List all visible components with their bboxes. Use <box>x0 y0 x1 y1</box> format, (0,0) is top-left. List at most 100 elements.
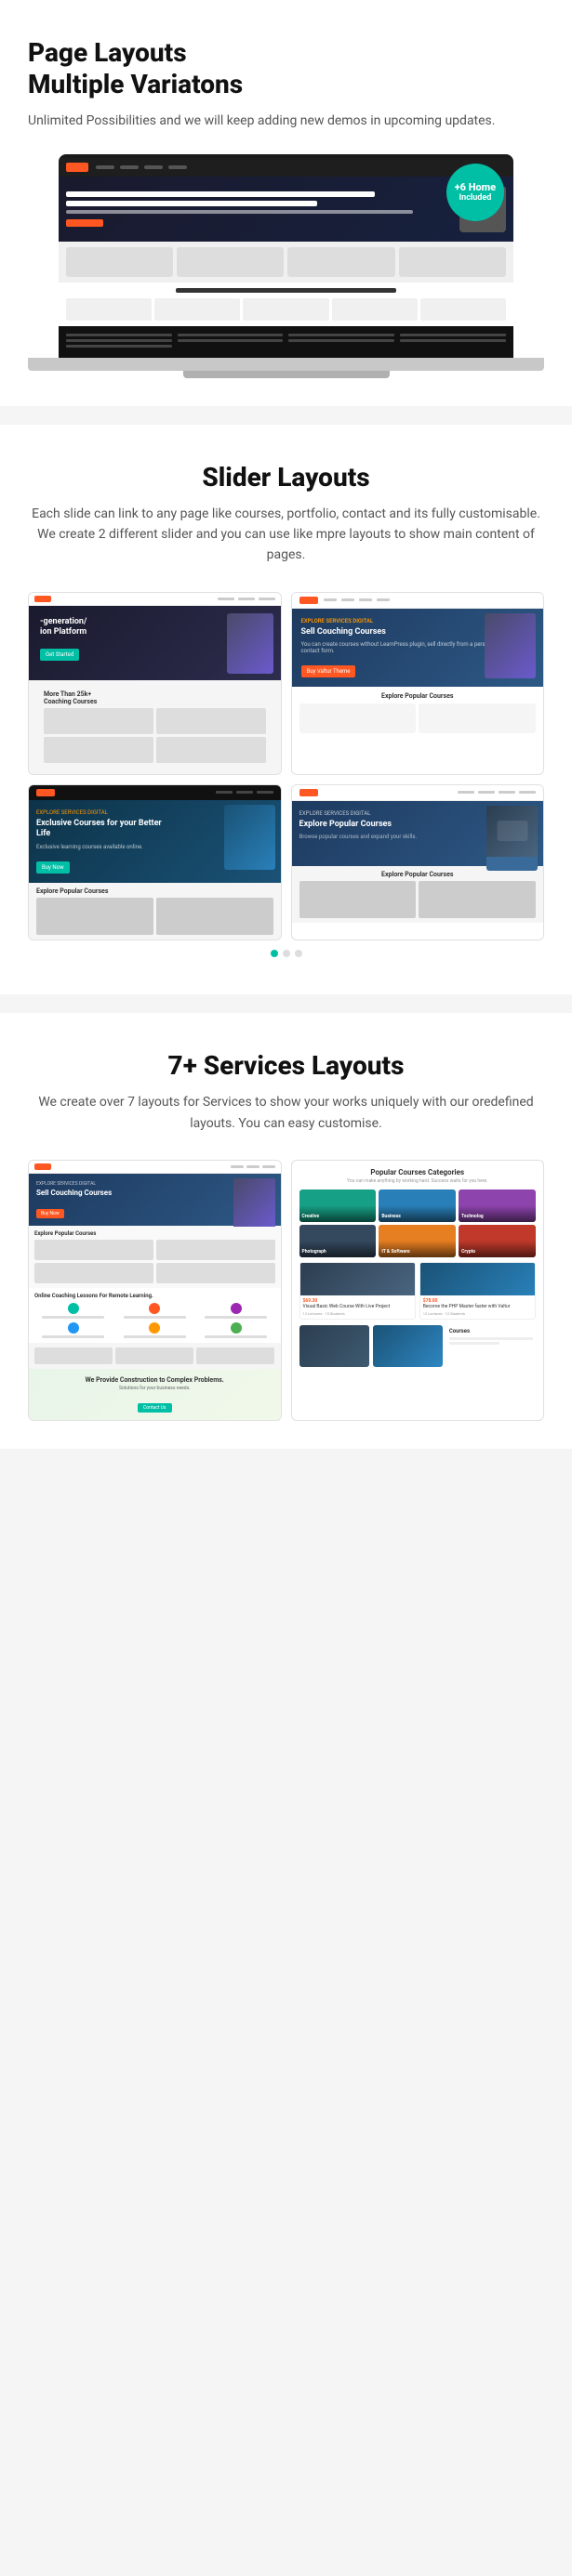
nav-link <box>168 165 187 169</box>
keyboard-image <box>486 806 538 857</box>
slider3-nav <box>29 785 281 800</box>
course-img <box>36 898 153 935</box>
construction-section: We Provide Construction to Complex Probl… <box>29 1369 281 1420</box>
slider2-nav <box>292 593 544 609</box>
srv-hero-image <box>233 1178 275 1227</box>
slider2-courses-section: Explore Popular Courses <box>292 687 544 739</box>
footer-col <box>288 334 394 350</box>
srv-nav <box>29 1161 281 1174</box>
category-creative: Creative <box>299 1189 377 1222</box>
slider2-nav-links <box>324 598 537 601</box>
nav-link <box>96 165 114 169</box>
course-title: Become the PHP Master faster with Valtur <box>423 1304 532 1310</box>
footer-col <box>66 334 172 350</box>
slider4-logo <box>299 789 318 796</box>
course-image <box>300 1263 415 1295</box>
slider3-subtitle: Exclusive learning courses available onl… <box>36 844 166 850</box>
course-card <box>399 247 506 277</box>
dot-3[interactable] <box>295 950 302 957</box>
srv-icons-row2 <box>34 1322 275 1338</box>
course-card <box>177 247 284 277</box>
section1-description: Unlimited Possibilities and we will keep… <box>28 111 544 131</box>
pc-bottom-section: Courses <box>299 1325 537 1367</box>
course-card <box>287 247 394 277</box>
section-slider-layouts: Slider Layouts Each slide can link to an… <box>0 425 572 995</box>
section-divider-2 <box>0 994 572 1013</box>
services-grid <box>66 298 505 321</box>
section3-description: We create over 7 layouts for Services to… <box>28 1092 544 1134</box>
category-business: Business <box>379 1189 456 1222</box>
construction-title: We Provide Construction to Complex Probl… <box>36 1376 273 1384</box>
section3-title: 7+ Services Layouts <box>28 1050 544 1081</box>
srv-icon-label <box>124 1335 186 1338</box>
srv-online-title: Online Coaching Lessons For Remote Learn… <box>34 1293 275 1299</box>
section-services: 7+ Services Layouts We create over 7 lay… <box>0 1013 572 1449</box>
slider4-img-row <box>299 881 537 918</box>
slider3-img-row <box>36 898 273 935</box>
slider3-hero: EXPLORE SERVICES DIGITAL Exclusive Cours… <box>29 800 281 883</box>
slider-preview-4: EXPLORE SERVICES DIGITAL Explore Popular… <box>291 784 545 940</box>
service-item <box>243 298 328 321</box>
creative-strategy-icon <box>231 1303 242 1314</box>
course-info: $78.00 Become the PHP Master faster with… <box>420 1295 535 1320</box>
laptop-screen-inner <box>59 158 512 358</box>
category-it-software: IT & Software <box>379 1225 456 1257</box>
slider1-nav <box>29 593 281 606</box>
course-thumb <box>156 708 266 734</box>
slider4-subtitle: Browse popular courses and expand your s… <box>299 834 430 840</box>
slider3-btn: Buy Now <box>36 861 70 874</box>
online-marketing-icon <box>149 1303 160 1314</box>
categories-grid: Creative Business Technolog Photograph I… <box>299 1189 537 1257</box>
laptop-stand <box>183 371 390 378</box>
slider2-image <box>485 613 536 678</box>
bottom-text-line <box>449 1342 499 1345</box>
slider3-courses: Explore Popular Courses <box>29 883 281 940</box>
srv-icons-row1 <box>34 1303 275 1319</box>
services-right-preview: Popular Courses Categories You can make … <box>291 1160 545 1421</box>
section-page-layouts: Page Layouts Multiple Variatons Unlimite… <box>0 0 572 406</box>
section2-description: Each slide can link to any page like cou… <box>28 504 544 566</box>
phone-image-2 <box>233 1178 275 1227</box>
slider3-image <box>224 805 275 870</box>
slider-preview-3: EXPLORE SERVICES DIGITAL Exclusive Cours… <box>28 784 282 940</box>
service-item <box>154 298 240 321</box>
construction-subtitle: Solutions for your business needs. <box>36 1386 273 1391</box>
srv-icon-label <box>205 1335 267 1338</box>
srv-icon-label <box>124 1316 186 1319</box>
srv-icon-label <box>42 1316 104 1319</box>
slider4-courses: Explore Popular Courses <box>292 866 544 923</box>
nav-link <box>216 791 233 794</box>
srv-bottom-grid <box>34 1347 275 1364</box>
srv-icon-label <box>205 1316 267 1319</box>
slider1-title: -generation/ion Platform <box>40 617 178 638</box>
laptop-screen: +6 Home Included <box>59 154 512 358</box>
course-thumb <box>44 737 153 763</box>
category-technology: Technolog <box>459 1189 536 1222</box>
srv-bottom-section <box>29 1343 281 1369</box>
nav-link <box>246 1165 259 1168</box>
financial-coaching-icon <box>149 1322 160 1334</box>
featured-course-1: $69.30 Visual Basic Web Course With Live… <box>299 1262 416 1321</box>
s2-course <box>419 703 536 733</box>
dot-1[interactable] <box>271 950 278 957</box>
srv-icon-marketing <box>116 1303 194 1319</box>
slider4-image <box>486 806 538 871</box>
dot-2[interactable] <box>283 950 290 957</box>
phone-image <box>485 613 536 678</box>
bottom-text: Courses <box>446 1325 536 1367</box>
services-section <box>59 283 512 326</box>
category-label: Crypto <box>461 1249 475 1255</box>
hero-line2 <box>66 201 316 206</box>
construction-btn: Contact Us <box>138 1403 172 1413</box>
srv-digital-services <box>115 1347 193 1364</box>
popular-courses-title: Popular Courses Categories <box>299 1168 537 1176</box>
bottom-image-1 <box>299 1325 369 1367</box>
slider2-logo <box>299 597 318 604</box>
course-title: Visual Basic Web Course With Live Projec… <box>303 1304 412 1310</box>
course-meta: 12 Lectures · 12 Students <box>423 1311 532 1316</box>
s2-course <box>299 703 417 733</box>
nav-link <box>144 165 163 169</box>
course-info: $69.30 Visual Basic Web Course With Live… <box>300 1295 415 1320</box>
service-item <box>420 298 506 321</box>
bottom-text-line <box>449 1337 533 1340</box>
